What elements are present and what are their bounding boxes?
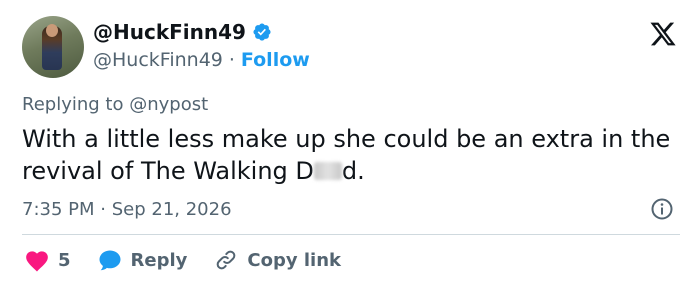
like-count: 5 [58,249,71,271]
verified-badge-icon [253,23,271,41]
replying-to-mention[interactable]: @nypost [129,94,208,115]
timestamp[interactable]: 7:35 PM · Sep 21, 2026 [22,198,232,222]
replying-to-label: Replying to [22,94,124,115]
reply-label: Reply [130,249,188,271]
x-logo-icon[interactable] [648,20,678,48]
action-bar: 5 Reply Copy link [24,246,369,274]
copy-link-button[interactable]: Copy link [213,248,341,272]
timestamp-time: 7:35 PM [22,199,95,220]
author-name-row: @HuckFinn49 [93,20,272,44]
timestamp-date: Sep 21, 2026 [111,199,232,220]
tweet-text-part-2: d. [341,157,365,185]
handle[interactable]: @HuckFinn49 [93,48,223,72]
timestamp-separator: · [100,199,106,220]
replying-to: Replying to @nypost [22,93,208,117]
handle-row: @HuckFinn49 · Follow [93,48,310,72]
like-button[interactable]: 5 [24,248,71,272]
divider [22,234,680,235]
copy-link-label: Copy link [247,249,341,271]
censor-blur [313,162,342,180]
display-name[interactable]: @HuckFinn49 [93,20,246,44]
avatar-head [46,24,58,37]
link-icon [217,250,236,270]
avatar[interactable] [22,16,84,78]
tweet-text: With a little less make up she could be … [22,123,682,187]
handle-separator: · [228,49,235,71]
info-icon[interactable] [650,197,674,221]
follow-button[interactable]: Follow [241,48,310,72]
speech-bubble-icon [99,250,121,271]
heart-icon [26,251,48,272]
reply-button[interactable]: Reply [97,248,188,272]
